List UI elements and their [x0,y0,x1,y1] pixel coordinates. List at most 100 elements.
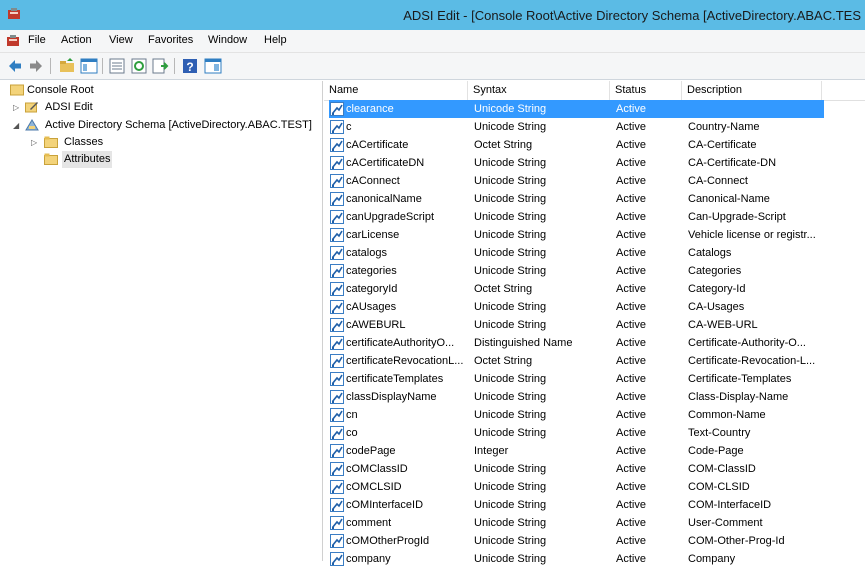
table-row[interactable]: cOMOtherProgId Unicode String Active COM-Ot… [324,532,865,550]
attribute-icon [330,246,344,260]
table-row[interactable]: cOMClassID Unicode String Active COM-ClassI… [324,460,865,478]
attribute-name: cACertificateDN [346,157,425,169]
attribute-icon [330,192,344,206]
schema-icon [25,119,39,131]
adsi-app-icon[interactable] [7,7,21,21]
svg-text:?: ? [186,60,193,74]
title-bar: ADSI Edit - [Console Root\Active Directo… [0,0,865,30]
table-row[interactable]: catalogs Unicode String Active Catalogs [324,244,865,262]
console-tree-pane[interactable]: Console Root ▷ ADSI Edit ◢ Active Direct… [0,81,323,561]
back-arrow-icon[interactable] [6,57,24,75]
attribute-syntax: Unicode String [474,211,547,223]
menu-file[interactable]: File [28,34,46,46]
attribute-status: Active [616,175,646,187]
table-row[interactable]: cOMCLSID Unicode String Active COM-CLSID [324,478,865,496]
table-row[interactable]: categoryId Octet String Active Category-Id [324,280,865,298]
table-row[interactable]: classDisplayName Unicode String Active Clas… [324,388,865,406]
attribute-syntax: Unicode String [474,229,547,241]
table-row[interactable]: co Unicode String Active Text-Country [324,424,865,442]
refresh-icon[interactable] [130,57,148,75]
table-row[interactable]: cACertificate Octet String Active CA-Certif… [324,136,865,154]
table-row[interactable]: canUpgradeScript Unicode String Active Can-… [324,208,865,226]
attribute-syntax: Unicode String [474,175,547,187]
table-row[interactable]: codePage Integer Active Code-Page [324,442,865,460]
attribute-icon [330,354,344,368]
attribute-syntax: Unicode String [474,463,547,475]
attribute-name: canUpgradeScript [346,211,435,223]
column-header-description[interactable]: Description [682,81,822,100]
table-row[interactable]: cOMInterfaceID Unicode String Active COM-In… [324,496,865,514]
attribute-status: Active [616,193,646,205]
table-row[interactable]: categories Unicode String Active Categories [324,262,865,280]
show-hide-tree-icon[interactable] [80,57,98,75]
console-menu-icon[interactable] [6,34,20,48]
attribute-syntax: Unicode String [474,157,547,169]
attribute-description: Code-Page [688,445,744,457]
attribute-description: COM-CLSID [688,481,750,493]
table-row[interactable]: clearance Unicode String Active [324,100,865,118]
console-tree-icon[interactable] [204,57,222,75]
attribute-description: COM-ClassID [688,463,756,475]
menu-help[interactable]: Help [264,34,287,46]
properties-icon[interactable] [108,57,126,75]
table-row[interactable]: certificateTemplates Unicode String Active… [324,370,865,388]
tree-item-adsi-edit[interactable]: ▷ ADSI Edit [0,99,320,116]
attribute-syntax: Octet String [474,355,533,367]
collapse-arrow-icon[interactable]: ◢ [13,117,23,134]
attribute-syntax: Unicode String [474,319,547,331]
attribute-name: catalogs [346,247,387,259]
tree-item-attributes[interactable]: Attributes [0,151,320,168]
table-row[interactable]: canonicalName Unicode String Active Canonic… [324,190,865,208]
table-row[interactable]: cAWEBURL Unicode String Active CA-WEB-URL [324,316,865,334]
column-header-name[interactable]: Name [324,81,468,100]
table-row[interactable]: cACertificateDN Unicode String Active CA-Ce… [324,154,865,172]
table-row[interactable]: cAUsages Unicode String Active CA-Usages [324,298,865,316]
table-row[interactable]: cAConnect Unicode String Active CA-Connect [324,172,865,190]
attribute-syntax: Unicode String [474,409,547,421]
attribute-description: COM-Other-Prog-Id [688,535,785,547]
tree-item-label: Active Directory Schema [ActiveDirectory… [45,119,312,131]
adsi-edit-icon [25,102,38,113]
table-row[interactable]: carLicense Unicode String Active Vehicle li… [324,226,865,244]
attribute-status: Active [616,139,646,151]
attribute-name: certificateTemplates [346,373,444,385]
table-row[interactable]: company Unicode String Active Company [324,550,865,568]
menu-window[interactable]: Window [208,34,247,46]
up-folder-icon[interactable] [58,57,76,75]
attribute-syntax: Unicode String [474,427,547,439]
menu-action[interactable]: Action [61,34,92,46]
attribute-icon [330,336,344,350]
attribute-name: cOMInterfaceID [346,499,424,511]
attribute-description: CA-Certificate-DN [688,157,777,169]
attribute-icon [330,174,344,188]
attribute-syntax: Distinguished Name [474,337,573,349]
tree-item-classes[interactable]: ▷ Classes [0,134,320,151]
attribute-syntax: Unicode String [474,553,547,565]
menu-view[interactable]: View [109,34,133,46]
table-row[interactable]: cn Unicode String Active Common-Name [324,406,865,424]
table-row[interactable]: certificateAuthorityO... Distinguished Na… [324,334,865,352]
column-header-status[interactable]: Status [610,81,682,100]
table-row[interactable]: comment Unicode String Active User-Comment [324,514,865,532]
attribute-name: c [346,121,352,133]
attribute-name: cOMClassID [346,463,408,475]
attribute-icon [330,210,344,224]
tree-item-active-directory-schema[interactable]: ◢ Active Directory Schema [ActiveDirecto… [0,117,320,134]
table-row[interactable]: certificateRevocationL... Octet String Act… [324,352,865,370]
expand-arrow-icon[interactable]: ▷ [13,99,23,116]
export-list-icon[interactable] [151,57,169,75]
attribute-description: User-Comment [688,517,763,529]
column-header-syntax[interactable]: Syntax [468,81,610,100]
tree-item-console-root[interactable]: Console Root [0,82,320,99]
menu-favorites[interactable]: Favorites [148,34,193,46]
attribute-list-pane[interactable]: Name Syntax Status Description clearance… [324,81,865,566]
attribute-syntax: Unicode String [474,247,547,259]
attribute-status: Active [616,355,646,367]
help-icon[interactable]: ? [181,57,199,75]
forward-arrow-icon[interactable] [27,57,45,75]
attribute-status: Active [616,517,646,529]
attribute-status: Active [616,499,646,511]
expand-arrow-icon[interactable]: ▷ [31,134,41,151]
attribute-description: Certificate-Revocation-L... [688,355,816,367]
table-row[interactable]: c Unicode String Active Country-Name [324,118,865,136]
